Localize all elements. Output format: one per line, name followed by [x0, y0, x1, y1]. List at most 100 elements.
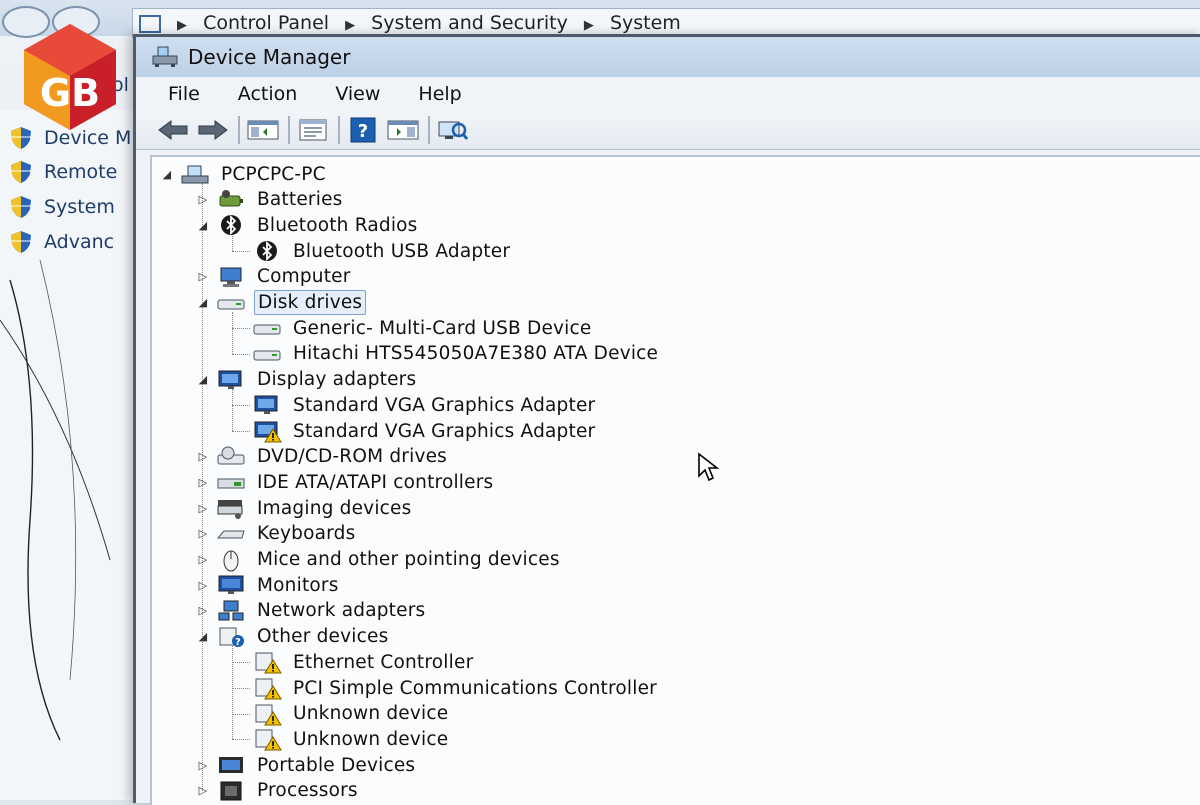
sidebar-link-label: Remote — [44, 161, 118, 183]
shield-icon — [11, 196, 31, 218]
title-bar[interactable]: Device Manager — [136, 37, 1200, 77]
tree-device-row[interactable]: Unknown device — [252, 701, 451, 727]
toolbar-separator — [428, 116, 430, 144]
tree-connector — [232, 388, 233, 431]
collapsed-triangle-icon[interactable]: ▷ — [196, 578, 210, 592]
forward-icon — [198, 120, 228, 140]
menu-view[interactable]: View — [331, 81, 384, 107]
tree-connector — [232, 405, 250, 407]
tree-item-label: Generic- Multi-Card USB Device — [293, 317, 592, 339]
collapsed-triangle-icon[interactable]: ▷ — [196, 193, 210, 207]
sidebar-link-label: System — [44, 196, 115, 218]
tree-category-row[interactable]: ◢ Disk drives — [196, 290, 367, 316]
collapsed-triangle-icon[interactable]: ▷ — [196, 784, 210, 798]
properties-button[interactable] — [296, 116, 330, 144]
tree-category-row[interactable]: ▷ IDE ATA/ATAPI controllers — [196, 469, 496, 495]
action-pane-button[interactable] — [386, 116, 420, 144]
battery-icon — [219, 189, 243, 207]
unknown-device-warning-icon — [255, 652, 282, 674]
collapsed-triangle-icon[interactable]: ▷ — [196, 450, 210, 464]
collapsed-triangle-icon[interactable]: ▷ — [196, 758, 210, 772]
collapsed-triangle-icon[interactable]: ▷ — [196, 527, 210, 541]
bluetooth-adapter-icon — [257, 240, 277, 262]
computer-icon — [220, 267, 242, 287]
tree-item-label: Ethernet Controller — [293, 651, 474, 673]
sidebar-link-remote[interactable]: Remote — [8, 158, 117, 186]
tree-device-row[interactable]: PCI Simple Communications Controller — [252, 675, 660, 701]
sidebar-link-advanced[interactable]: Advanc — [8, 228, 114, 256]
forward-button[interactable] — [196, 116, 230, 144]
tree-connector — [232, 688, 250, 689]
expanded-triangle-icon[interactable]: ◢ — [196, 373, 210, 387]
tree-category-row[interactable]: ▷ Keyboards — [196, 521, 358, 547]
tree-category-row[interactable]: ▷ Computer — [196, 264, 354, 290]
breadcrumb-system[interactable]: System — [610, 12, 681, 34]
tree-device-row[interactable]: Hitachi HTS545050A7E380 ATA Device — [252, 341, 661, 367]
chevron-right-icon: ▶ — [345, 18, 356, 33]
tree-device-row[interactable]: Bluetooth USB Adapter — [252, 238, 513, 264]
tree-item-label: Computer — [257, 266, 351, 288]
menu-action[interactable]: Action — [234, 81, 302, 107]
toolbar-separator — [338, 116, 340, 144]
menu-file[interactable]: File — [164, 81, 204, 107]
sidebar-link-label: Advanc — [44, 231, 115, 253]
collapsed-triangle-icon[interactable]: ▷ — [196, 553, 210, 567]
tree-category-row[interactable]: ▷ Portable Devices — [196, 752, 418, 778]
tree-category-row[interactable]: ▷ Monitors — [196, 572, 342, 598]
collapsed-triangle-icon[interactable]: ▷ — [196, 604, 210, 618]
display-adapter-warning-icon — [254, 421, 282, 443]
scan-hardware-button[interactable] — [436, 116, 470, 144]
breadcrumb-system-security[interactable]: System and Security — [371, 12, 568, 34]
expanded-triangle-icon[interactable]: ◢ — [196, 218, 210, 232]
tree-category-row[interactable]: ▷ Imaging devices — [196, 495, 414, 521]
mouse-icon — [223, 550, 239, 571]
tree-connector — [232, 662, 250, 664]
tree-item-label: Other devices — [257, 626, 389, 648]
tree-item-label: Portable Devices — [257, 754, 416, 776]
menu-help[interactable]: Help — [414, 81, 465, 107]
tree-category-row[interactable]: ◢ Display adapters — [196, 367, 419, 393]
show-hide-console-tree-button[interactable] — [246, 116, 280, 144]
tree-device-row[interactable]: Standard VGA Graphics Adapter — [252, 392, 598, 418]
unknown-device-warning-icon — [255, 678, 282, 700]
chevron-right-icon: ▶ — [583, 18, 594, 33]
tree-item-label: Display adapters — [257, 369, 417, 391]
tree-device-row[interactable]: Generic- Multi-Card USB Device — [252, 315, 594, 341]
breadcrumb-computer-icon — [139, 14, 161, 33]
device-tree[interactable]: ◢ PCPCPC-PC ▷ Batteries ◢ Bluetooth Radios Blu… — [150, 155, 1200, 805]
monitor-icon — [218, 575, 244, 595]
tree-item-label: Network adapters — [257, 600, 426, 622]
tree-device-row[interactable]: Unknown device — [252, 726, 451, 752]
expanded-triangle-icon[interactable]: ◢ — [196, 630, 210, 644]
tree-category-row[interactable]: ◢? Other devices — [196, 624, 391, 650]
collapsed-triangle-icon[interactable]: ▷ — [196, 475, 210, 489]
collapsed-triangle-icon[interactable]: ▷ — [196, 270, 210, 284]
gb-logo: GB — [24, 24, 116, 130]
control-panel-sidebar: ol Device M Remote System Advanc — [0, 74, 135, 800]
other-devices-icon: ? — [219, 627, 244, 648]
breadcrumb-control-panel[interactable]: Control Panel — [203, 12, 329, 34]
sidebar-link-system[interactable]: System — [8, 193, 115, 221]
svg-text:?: ? — [235, 637, 241, 648]
network-adapter-icon — [218, 600, 244, 621]
collapsed-triangle-icon[interactable]: ▷ — [196, 501, 210, 515]
expanded-triangle-icon[interactable]: ◢ — [196, 296, 210, 310]
tree-device-row[interactable]: Standard VGA Graphics Adapter — [252, 418, 598, 444]
tree-connector — [232, 251, 250, 253]
tree-category-row[interactable]: ▷ DVD/CD-ROM drives — [196, 444, 450, 470]
toolbar: ? — [136, 111, 1200, 150]
tree-item-label: Standard VGA Graphics Adapter — [293, 420, 596, 442]
help-button[interactable]: ? — [346, 116, 380, 144]
tree-category-row[interactable]: ▷ Mice and other pointing devices — [196, 547, 563, 573]
ide-controller-icon — [217, 478, 245, 489]
tree-item-label: PCI Simple Communications Controller — [293, 677, 657, 699]
tree-category-row[interactable]: ▷ Network adapters — [196, 598, 428, 624]
shield-icon — [11, 161, 31, 183]
tree-device-row[interactable]: Ethernet Controller — [252, 649, 476, 675]
back-button[interactable] — [156, 116, 190, 144]
tree-category-row[interactable]: ▷ Batteries — [196, 187, 345, 213]
tree-category-row[interactable]: ◢ Bluetooth Radios — [196, 212, 421, 238]
tree-root-computer[interactable]: ◢ PCPCPC-PC — [160, 161, 329, 187]
expanded-triangle-icon[interactable]: ◢ — [160, 167, 174, 181]
tree-connector — [232, 645, 233, 740]
